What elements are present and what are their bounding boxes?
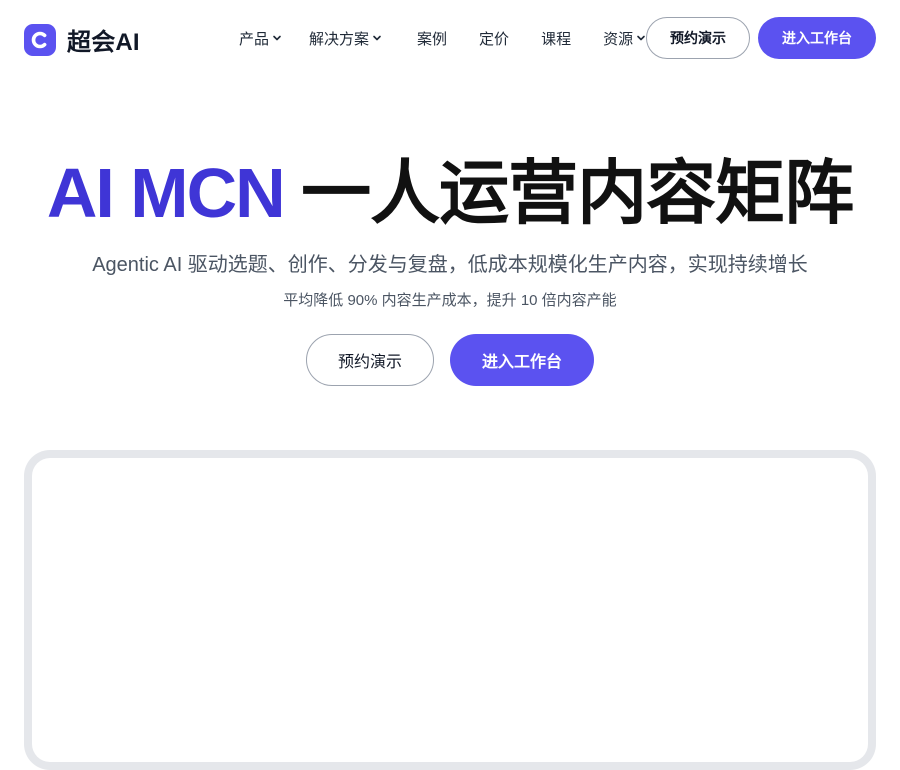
chevron-down-icon [272,33,282,43]
nav-item-label: 案例 [417,30,448,48]
nav-item-products[interactable]: 产品 [239,28,282,49]
brand-name: 超会AI [67,29,140,56]
brand-logo-link[interactable]: 超会AI [24,22,140,57]
nav-item-cases[interactable]: 案例 [417,28,447,49]
hero-title-accent: AI MCN [46,154,286,232]
book-demo-button[interactable]: 预约演示 [646,17,750,59]
nav-item-label: 产品 [239,30,270,48]
main-nav: 产品 解决方案 案例 定价 课程 资源 [239,28,646,48]
hero-enter-workspace-button[interactable]: 进入工作台 [450,334,594,386]
nav-item-label: 资源 [603,30,634,48]
product-preview-canvas [32,458,868,762]
site-header: 超会AI 产品 解决方案 案例 定价 课程 资源 预约演示 进入工作台 [0,0,900,76]
c-logo-icon [24,23,56,56]
nav-item-resources[interactable]: 资源 [603,28,646,49]
hero-book-demo-button[interactable]: 预约演示 [306,334,434,386]
nav-item-label: 解决方案 [309,30,370,48]
product-preview-frame [24,450,876,770]
enter-workspace-button[interactable]: 进入工作台 [758,17,876,59]
hero-title-rest: 一人运营内容矩阵 [301,154,854,232]
nav-item-label: 定价 [479,30,510,48]
nav-item-solutions[interactable]: 解决方案 [309,28,382,49]
nav-item-courses[interactable]: 课程 [541,28,571,49]
nav-item-label: 课程 [541,30,572,48]
hero-subtitle: Agentic AI 驱动选题、创作、分发与复盘，低成本规模化生产内容，实现持续… [92,254,808,276]
hero-note: 平均降低 90% 内容生产成本，提升 10 倍内容产能 [283,292,617,309]
hero-title: AI MCN 一人运营内容矩阵 [0,150,900,236]
chevron-down-icon [636,33,646,43]
nav-item-pricing[interactable]: 定价 [479,28,509,49]
chevron-down-icon [372,33,382,43]
